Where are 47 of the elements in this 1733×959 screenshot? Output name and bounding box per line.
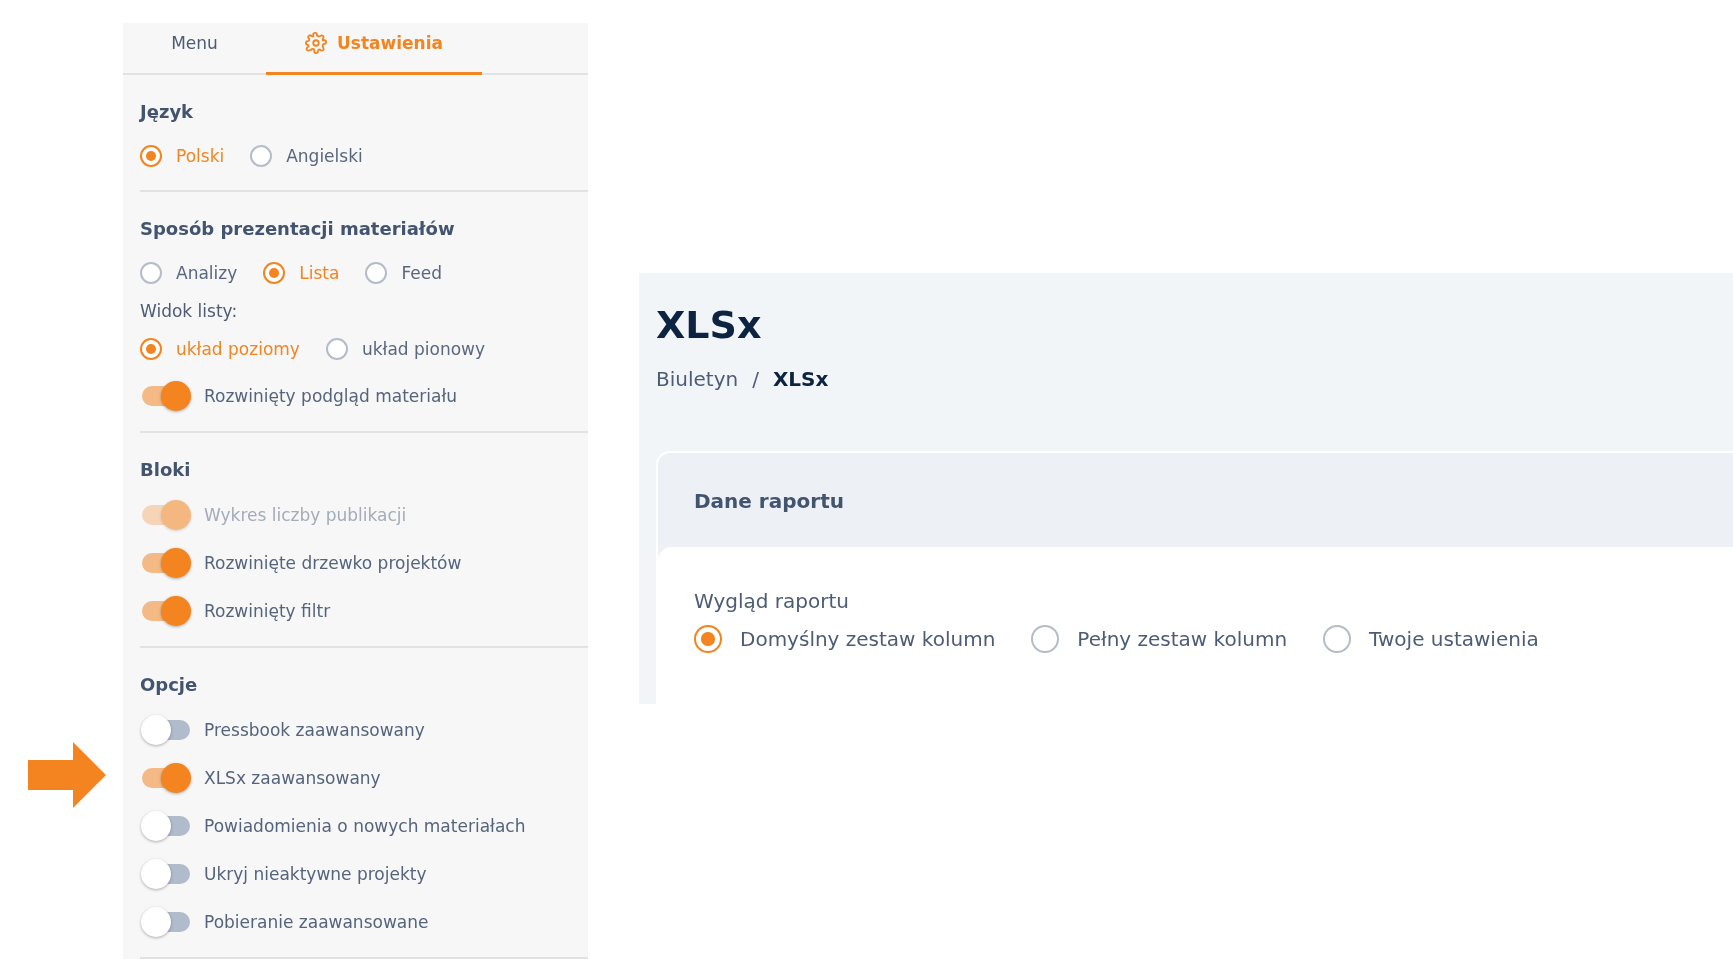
radio-icon[interactable]: [1323, 625, 1352, 653]
toggle-switch[interactable]: [140, 762, 192, 794]
field-label: Widok listy:: [140, 301, 239, 321]
toggle-switch[interactable]: [140, 380, 192, 412]
radio-icon[interactable]: [140, 145, 162, 167]
radio-option[interactable]: Domyślny zestaw kolumn: [694, 625, 996, 653]
radio-icon[interactable]: [250, 145, 273, 167]
toggle-switch[interactable]: [140, 810, 192, 842]
toggle-switch[interactable]: [140, 547, 192, 579]
toggle-switch[interactable]: [140, 906, 192, 938]
radio-option[interactable]: Pełny zestaw kolumn: [1031, 625, 1288, 653]
toggle-switch[interactable]: [140, 595, 192, 627]
toggle-switch[interactable]: [140, 858, 192, 890]
section-heading: Bloki: [140, 459, 192, 480]
radio-icon[interactable]: [1031, 625, 1060, 653]
breadcrumb-link[interactable]: Biuletyn: [656, 367, 739, 391]
section-heading: Sposób prezentacji materiałów: [140, 218, 456, 239]
radio-option[interactable]: układ pionowy: [325, 338, 486, 360]
section-heading: Język: [140, 101, 195, 122]
radio-option[interactable]: Analizy: [140, 262, 238, 284]
toggle-label: Pobieranie zaawansowane: [204, 912, 429, 932]
toggle-label: Rozwinięty podgląd materiału: [204, 386, 458, 406]
toggle-label: XLSx zaawansowany: [204, 768, 381, 788]
settings-icon: [305, 31, 327, 54]
breadcrumb-current: XLSx: [772, 367, 829, 391]
card-title: Dane raportu: [693, 488, 845, 515]
radio-icon[interactable]: [140, 262, 162, 284]
toggle-label: Rozwinięte drzewko projektów: [204, 553, 462, 573]
toggle-label: Wykres liczby publikacji: [204, 505, 407, 525]
section-heading: Opcje: [140, 674, 199, 695]
radio-icon[interactable]: [140, 338, 162, 360]
radio-icon[interactable]: [365, 262, 388, 284]
radio-option[interactable]: Angielski: [250, 145, 363, 167]
toggle-switch[interactable]: [140, 714, 192, 746]
radio-option[interactable]: Twoje ustawienia: [1323, 625, 1539, 653]
radio-icon[interactable]: [694, 625, 722, 653]
radio-icon[interactable]: [325, 338, 348, 360]
field-label: Wygląd raportu: [694, 589, 850, 613]
radio-icon[interactable]: [263, 262, 286, 284]
toggle-label: Ukryj nieaktywne projekty: [204, 864, 427, 884]
tab[interactable]: Menu: [123, 23, 266, 75]
page-title: XLSx: [656, 303, 763, 347]
toggle-label: Powiadomienia o nowych materiałach: [204, 816, 526, 836]
toggle-label: Pressbook zaawansowany: [204, 720, 425, 740]
radio-option[interactable]: Feed: [365, 262, 442, 284]
toggle-label: Rozwinięty filtr: [204, 601, 331, 621]
breadcrumb-separator: /: [752, 367, 759, 391]
